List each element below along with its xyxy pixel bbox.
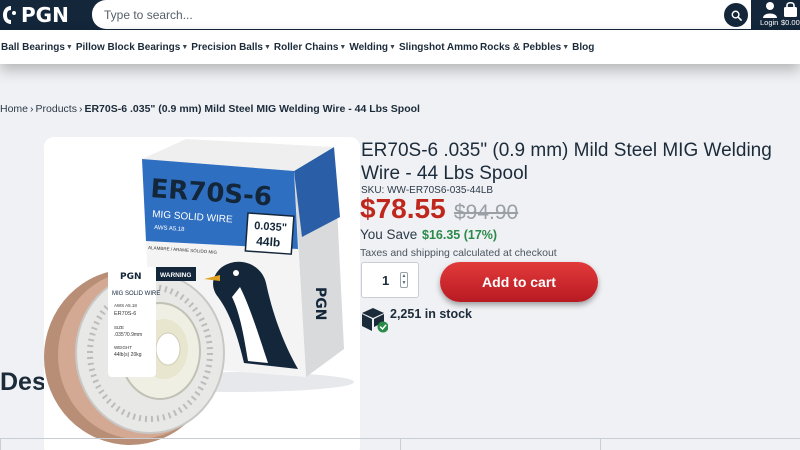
box-stock-icon xyxy=(362,308,388,333)
nav-item-precision-balls[interactable]: Precision Balls ▼ xyxy=(191,42,272,53)
compare-price: $94.90 xyxy=(454,201,519,224)
nav-item-label: Ball Bearings xyxy=(1,41,65,53)
box-side-brand: PGN xyxy=(312,287,328,320)
nav-item-label: Blog xyxy=(572,41,595,53)
chevron-down-icon: ▼ xyxy=(562,43,570,51)
spool-label: MIG SOLID WIRE xyxy=(112,291,160,297)
spool-size-label: SIZE xyxy=(114,325,124,330)
spool-weight: 44lb(s) 20kg xyxy=(114,352,142,358)
user-icon xyxy=(763,2,777,18)
nav-item-welding[interactable]: Welding ▼ xyxy=(349,42,397,53)
product-title: ER70S-6 .035" (0.9 mm) Mild Steel MIG We… xyxy=(361,140,772,184)
search-bar xyxy=(92,0,751,29)
logo-text: PGN xyxy=(21,3,69,27)
divider-tick xyxy=(0,438,1,450)
nav-item-label: Precision Balls xyxy=(191,41,263,53)
spool-weight-label: WEIGHT xyxy=(114,345,132,350)
search-icon xyxy=(731,10,742,21)
login-label: Login xyxy=(760,18,779,27)
spool-brand: PGN xyxy=(120,272,142,282)
product-price: $78.55 xyxy=(360,193,446,224)
breadcrumb-home[interactable]: Home xyxy=(0,103,28,115)
nav-item-ball-bearings[interactable]: Ball Bearings ▼ xyxy=(1,42,74,53)
chevron-up-icon[interactable]: ▲ xyxy=(402,273,407,279)
search-input[interactable] xyxy=(104,5,704,25)
chevron-down-icon[interactable]: ▼ xyxy=(402,280,407,286)
description-heading: Description xyxy=(0,368,44,396)
chevron-down-icon: ▼ xyxy=(263,43,271,51)
search-button[interactable] xyxy=(724,3,748,27)
tax-note: Taxes and shipping calculated at checkou… xyxy=(360,247,557,259)
spool-grade: ER70S-6 xyxy=(114,311,136,317)
breadcrumb-products[interactable]: Products xyxy=(36,103,77,115)
chevron-right-icon: › xyxy=(30,103,34,115)
chevron-right-icon: › xyxy=(78,103,83,115)
nav-item-label: Roller Chains xyxy=(273,41,339,53)
divider-tick xyxy=(400,438,401,450)
login-link[interactable]: Login xyxy=(760,0,780,28)
nav-item-pillow-block-bearings[interactable]: Pillow Block Bearings ▼ xyxy=(76,42,189,53)
chevron-down-icon: ▼ xyxy=(339,43,347,51)
site-logo[interactable]: PGN xyxy=(2,3,69,27)
cart-link[interactable]: $0.00 xyxy=(781,0,800,28)
breadcrumb-current: ER70S-6 .035" (0.9 mm) Mild Steel MIG We… xyxy=(84,103,420,115)
nav-item-slingshot-ammo[interactable]: Slingshot Ammo xyxy=(399,42,478,53)
nav-item-rocks-pebbles[interactable]: Rocks & Pebbles ▼ xyxy=(480,42,570,53)
chevron-down-icon: ▼ xyxy=(65,43,73,51)
site-header: PGN Login $0.00 xyxy=(0,0,800,30)
spool-warning: WARNING xyxy=(160,272,191,279)
stock-status: 2,251 in stock xyxy=(361,305,472,333)
product-image[interactable]: ER70S-6 MIG SOLID WIRE AWS A5.18 0.035" … xyxy=(44,137,360,450)
cart-icon xyxy=(784,1,797,17)
box-weight: 44lb xyxy=(256,234,281,250)
spool-standard: AWS A5.18 xyxy=(114,303,137,308)
pgn-logo-icon xyxy=(3,6,16,24)
you-save-label: You Save xyxy=(360,227,418,242)
nav-item-roller-chains[interactable]: Roller Chains ▼ xyxy=(274,42,347,53)
quantity-value[interactable]: 1 xyxy=(382,273,389,288)
nav-item-label: Pillow Block Bearings xyxy=(75,41,181,53)
chevron-down-icon: ▼ xyxy=(181,43,189,51)
cart-total: $0.00 xyxy=(781,18,800,27)
you-save-amount: $16.35 (17%) xyxy=(422,228,498,242)
quantity-stepper[interactable]: 1 ▲ ▼ xyxy=(361,262,419,298)
check-icon xyxy=(377,321,388,333)
product-image-graphic: ER70S-6 MIG SOLID WIRE AWS A5.18 0.035" … xyxy=(44,139,354,445)
box-size: 0.035" xyxy=(254,220,288,234)
nav-item-blog[interactable]: Blog xyxy=(572,42,594,53)
divider-tick xyxy=(600,438,601,450)
nav-item-label: Slingshot Ammo xyxy=(398,41,479,53)
nav-item-label: Rocks & Pebbles xyxy=(480,41,562,53)
chevron-down-icon: ▼ xyxy=(389,43,396,51)
add-to-cart-button[interactable]: Add to cart xyxy=(440,262,598,302)
breadcrumb: Home › Products › ER70S-6 .035" (0.9 mm) Mil… xyxy=(0,103,420,115)
spool-size: .035"/0.9mm xyxy=(114,332,142,338)
quantity-arrows[interactable]: ▲ ▼ xyxy=(400,272,408,288)
stock-count: 2,251 in stock xyxy=(390,307,472,321)
nav-item-label: Welding xyxy=(349,41,389,53)
main-nav: Ball Bearings ▼ Pillow Block Bearings ▼ Pr… xyxy=(0,30,800,64)
